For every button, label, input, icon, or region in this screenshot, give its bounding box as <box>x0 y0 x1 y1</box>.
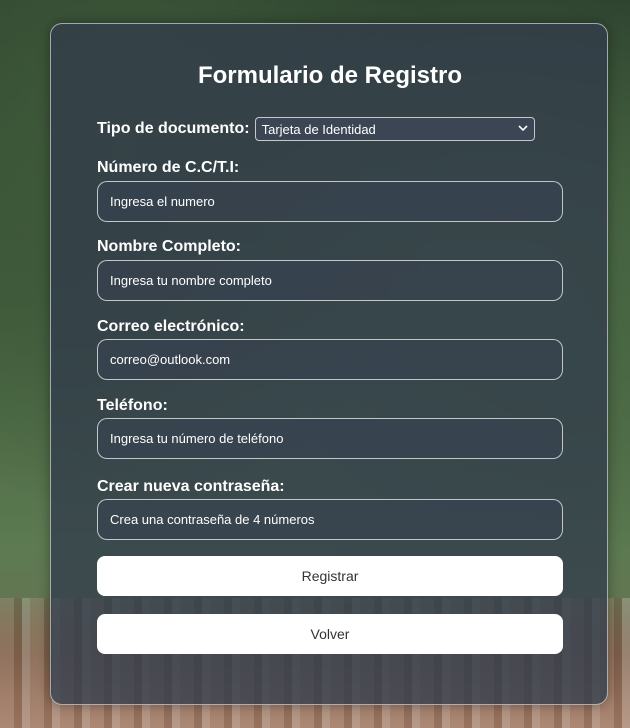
chevron-down-icon <box>518 124 528 135</box>
email-input[interactable]: correo@outlook.com <box>97 339 563 380</box>
phone-input[interactable]: Ingresa tu número de teléfono <box>97 418 563 459</box>
registration-card: Formulario de Registro Tipo de documento… <box>50 23 608 705</box>
document-type-select[interactable]: Tarjeta de Identidad <box>254 117 535 141</box>
register-button[interactable]: Registrar <box>97 556 563 596</box>
full-name-input[interactable]: Ingresa tu nombre completo <box>97 260 563 301</box>
id-number-label: Número de C.C/T.I: <box>97 159 240 176</box>
document-type-value: Tarjeta de Identidad <box>261 121 376 137</box>
back-button[interactable]: Volver <box>97 614 563 654</box>
document-type-row: Tipo de documento: Tarjeta de Identidad <box>97 117 535 141</box>
full-name-label: Nombre Completo: <box>97 238 241 255</box>
password-input[interactable]: Crea una contraseña de 4 números <box>97 499 563 540</box>
id-number-input[interactable]: Ingresa el numero <box>97 181 563 222</box>
password-label: Crear nueva contraseña: <box>97 478 285 495</box>
form-title: Formulario de Registro <box>197 62 463 89</box>
email-label: Correo electrónico: <box>97 318 245 335</box>
document-type-label: Tipo de documento: <box>97 120 250 137</box>
phone-label: Teléfono: <box>97 397 168 414</box>
